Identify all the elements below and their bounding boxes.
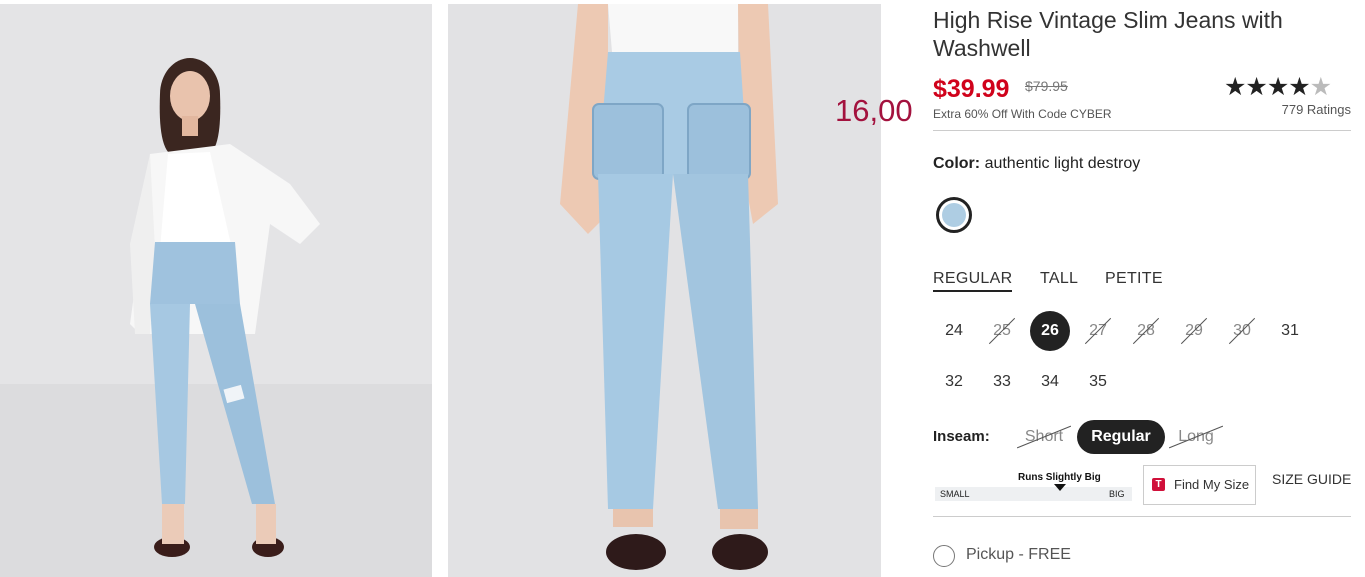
inseam-label: Inseam: [933, 428, 990, 445]
star-full-icons: ★★★★ [1224, 73, 1311, 101]
promo-text: Extra 60% Off With Code CYBER [933, 107, 1112, 121]
inseam-option-regular[interactable]: Regular [1077, 420, 1165, 454]
size-option-27[interactable]: 27 [1078, 311, 1118, 351]
fit-scale-big-label: BIG [1109, 489, 1125, 499]
product-title: High Rise Vintage Slim Jeans with Washwe… [933, 7, 1283, 61]
star-half-icon: ★ [1309, 73, 1332, 101]
product-image-front[interactable] [0, 4, 432, 577]
rating-stars[interactable]: ★★★★★ [1224, 73, 1332, 101]
overlay-price-text: 16,00 [835, 93, 913, 128]
pickup-radio[interactable] [933, 545, 955, 567]
size-option-32[interactable]: 32 [934, 362, 974, 402]
color-swatch-selected[interactable] [936, 197, 972, 233]
size-option-26[interactable]: 26 [1030, 311, 1070, 351]
size-option-25[interactable]: 25 [982, 311, 1022, 351]
find-my-size-label: Find My Size [1174, 477, 1250, 492]
color-swatch-fill [942, 203, 966, 227]
fit-scale-small-label: SMALL [940, 489, 970, 499]
ratings-count-link[interactable]: 779 Ratings [1282, 102, 1351, 117]
original-price: $79.95 [1025, 78, 1068, 94]
product-image-back[interactable] [448, 4, 881, 577]
pickup-label[interactable]: Pickup - FREE [966, 546, 1071, 564]
color-label: Color: [933, 155, 981, 172]
fit-scale-title: Runs Slightly Big [1018, 472, 1101, 483]
size-option-34[interactable]: 34 [1030, 362, 1070, 402]
size-option-24[interactable]: 24 [934, 311, 974, 351]
inseam-option-short[interactable]: Short [1015, 420, 1073, 454]
sale-price: $39.99 [933, 75, 1010, 103]
size-option-29[interactable]: 29 [1174, 311, 1214, 351]
divider [933, 130, 1351, 131]
divider [933, 516, 1351, 517]
tab-regular[interactable]: REGULAR [933, 270, 1013, 292]
find-my-size-button[interactable]: T Find My Size [1143, 465, 1256, 505]
size-option-33[interactable]: 33 [982, 362, 1022, 402]
size-option-28[interactable]: 28 [1126, 311, 1166, 351]
inseam-option-long[interactable]: Long [1167, 420, 1225, 454]
tab-tall[interactable]: TALL [1040, 270, 1078, 288]
fit-scale-marker-icon [1054, 484, 1066, 491]
tab-petite[interactable]: PETITE [1105, 270, 1163, 288]
size-option-31[interactable]: 31 [1270, 311, 1310, 351]
true-fit-logo-icon: T [1152, 478, 1165, 491]
color-value: authentic light destroy [984, 155, 1141, 172]
size-guide-link[interactable]: SIZE GUIDE [1272, 471, 1351, 487]
size-option-35[interactable]: 35 [1078, 362, 1118, 402]
size-option-30[interactable]: 30 [1222, 311, 1262, 351]
color-row: Color: authentic light destroy [933, 155, 1140, 173]
